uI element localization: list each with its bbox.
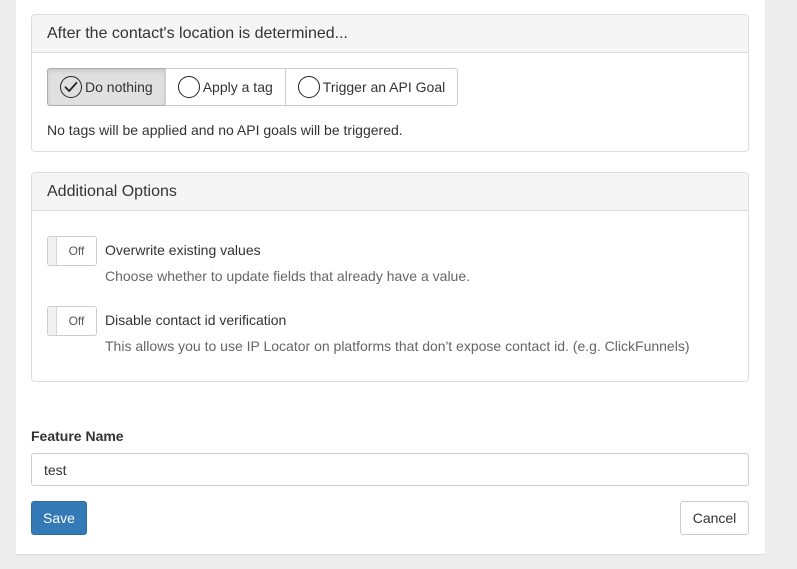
- additional-options-title: Additional Options: [32, 173, 748, 211]
- disable-verification-toggle[interactable]: Off: [47, 306, 97, 336]
- overwrite-values-description: Choose whether to update fields that alr…: [105, 268, 471, 284]
- option-do-nothing-label: Do nothing: [85, 79, 153, 95]
- toggle-knob: [48, 307, 57, 335]
- feature-name-label: Feature Name: [31, 428, 124, 444]
- toggle-knob: [48, 237, 57, 265]
- disable-verification-description: This allows you to use IP Locator on pla…: [105, 338, 690, 354]
- feature-settings-card: After the contact's location is determin…: [16, 0, 765, 555]
- option-trigger-api-goal[interactable]: Trigger an API Goal: [284, 68, 459, 106]
- location-action-help-text: No tags will be applied and no API goals…: [47, 122, 403, 138]
- overwrite-values-toggle[interactable]: Off: [47, 236, 97, 266]
- radio-empty-icon: [177, 76, 200, 98]
- radio-checked-icon: [60, 76, 82, 98]
- location-action-radio-group: Do nothing Apply a tag Trigger an API Go…: [47, 68, 459, 106]
- option-apply-tag[interactable]: Apply a tag: [164, 68, 286, 106]
- toggle-state-label: Off: [68, 314, 85, 328]
- feature-name-input[interactable]: [31, 453, 749, 486]
- option-trigger-api-goal-label: Trigger an API Goal: [322, 79, 446, 95]
- toggle-state-label: Off: [68, 244, 85, 258]
- option-apply-tag-label: Apply a tag: [202, 79, 273, 95]
- location-action-panel: After the contact's location is determin…: [31, 14, 749, 152]
- additional-options-panel: Additional Options Off Overwrite existin…: [31, 172, 749, 382]
- overwrite-values-title: Overwrite existing values: [105, 242, 261, 258]
- radio-empty-icon: [297, 76, 320, 98]
- save-button[interactable]: Save: [31, 501, 87, 535]
- cancel-button[interactable]: Cancel: [680, 501, 749, 535]
- location-action-panel-title: After the contact's location is determin…: [32, 15, 748, 53]
- disable-verification-title: Disable contact id verification: [105, 312, 287, 328]
- option-do-nothing[interactable]: Do nothing: [47, 68, 166, 106]
